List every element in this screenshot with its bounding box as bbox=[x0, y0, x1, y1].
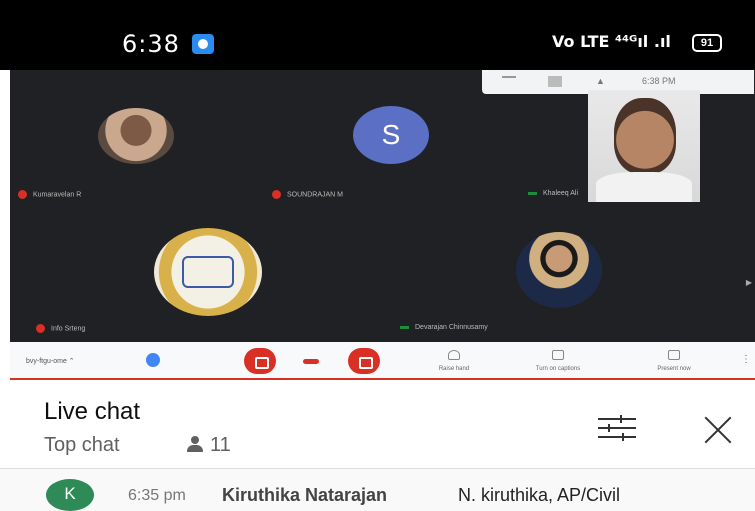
captions-button[interactable]: Turn on captions bbox=[536, 366, 580, 372]
warning-icon[interactable]: ▲ bbox=[596, 76, 610, 87]
present-button[interactable]: Present now bbox=[657, 366, 690, 372]
viewer-count: 11 bbox=[186, 434, 231, 457]
participant-name-3: Khaleeq Ali bbox=[528, 190, 578, 197]
camera-toggle-button[interactable] bbox=[348, 348, 380, 374]
chat-message: K 6:35 pm Kiruthika Natarajan N. kiruthi… bbox=[0, 469, 755, 511]
participant-name-2: SOUNDRAJAN M bbox=[272, 190, 343, 199]
mic-off-icon bbox=[36, 324, 45, 333]
camera-face bbox=[614, 98, 676, 174]
message-text: N. kiruthika, AP/Civil bbox=[458, 485, 621, 505]
live-chat-title: Live chat bbox=[44, 398, 141, 425]
participant-avatar-devarajan bbox=[516, 232, 602, 308]
present-icon[interactable] bbox=[668, 350, 680, 360]
security-shield-icon[interactable] bbox=[146, 353, 160, 367]
close-chat-button[interactable] bbox=[700, 412, 736, 448]
participant-name-1: Kumaravelan R bbox=[18, 190, 81, 199]
filter-knob bbox=[620, 415, 622, 423]
mic-off-icon bbox=[272, 190, 281, 199]
more-options-icon[interactable]: ⋮ bbox=[741, 354, 751, 365]
message-timestamp: 6:35 pm bbox=[128, 487, 186, 504]
camera-shirt bbox=[596, 172, 692, 202]
hang-up-button[interactable] bbox=[303, 359, 319, 364]
meeting-video-area: ▲ 6:38 PM Kumaravelan R S SOUNDRAJAN M K… bbox=[10, 70, 755, 342]
meeting-code[interactable]: bvy-ftgu-ome ⌃ bbox=[26, 357, 75, 365]
participant-name-5: Devarajan Chinnusamy bbox=[400, 324, 488, 331]
battery-icon: 91 bbox=[692, 34, 722, 52]
logo-emblem bbox=[182, 256, 234, 288]
app-notification-icon bbox=[192, 34, 214, 54]
participant-camera-khaleeq bbox=[588, 90, 700, 202]
chat-icon[interactable] bbox=[548, 76, 562, 87]
filter-knob bbox=[622, 433, 624, 441]
filter-line bbox=[598, 436, 636, 438]
mic-off-icon bbox=[18, 190, 27, 199]
network-signal: Vo LTE ⁴⁴ᴳıl .ıl bbox=[552, 32, 671, 51]
captions-icon[interactable] bbox=[552, 350, 564, 360]
layout-icon[interactable] bbox=[502, 76, 516, 87]
meeting-controls: bvy-ftgu-ome ⌃ Raise hand Turn on captio… bbox=[10, 342, 755, 380]
person-icon bbox=[186, 436, 204, 452]
participant-name-4: Info Srteng bbox=[36, 324, 85, 333]
chat-mode-selector[interactable]: Top chat bbox=[44, 434, 120, 457]
scroll-right-icon[interactable]: ▶ bbox=[746, 278, 752, 287]
meeting-clock: 6:38 PM bbox=[642, 76, 676, 86]
raise-hand-icon[interactable] bbox=[448, 350, 460, 360]
message-author[interactable]: Kiruthika Natarajan bbox=[222, 485, 387, 506]
participant-avatar-college-logo bbox=[154, 228, 262, 316]
chat-filter-button[interactable] bbox=[598, 415, 636, 441]
raise-hand-button[interactable]: Raise hand bbox=[439, 366, 469, 372]
filter-line bbox=[598, 418, 636, 420]
live-chat-header: Live chat Top chat 11 bbox=[0, 382, 755, 468]
mic-on-icon bbox=[400, 325, 409, 329]
filter-line bbox=[598, 427, 636, 429]
participant-avatar-soundrajan: S bbox=[353, 106, 429, 164]
author-avatar[interactable]: K bbox=[46, 479, 94, 511]
status-bar: 6:38 Vo LTE ⁴⁴ᴳıl .ıl 91 bbox=[0, 0, 755, 70]
clock: 6:38 bbox=[122, 30, 180, 58]
filter-knob bbox=[608, 424, 610, 432]
participant-avatar-kumaravelan bbox=[98, 108, 174, 164]
mic-toggle-button[interactable] bbox=[244, 348, 276, 374]
mic-on-icon bbox=[528, 191, 537, 195]
